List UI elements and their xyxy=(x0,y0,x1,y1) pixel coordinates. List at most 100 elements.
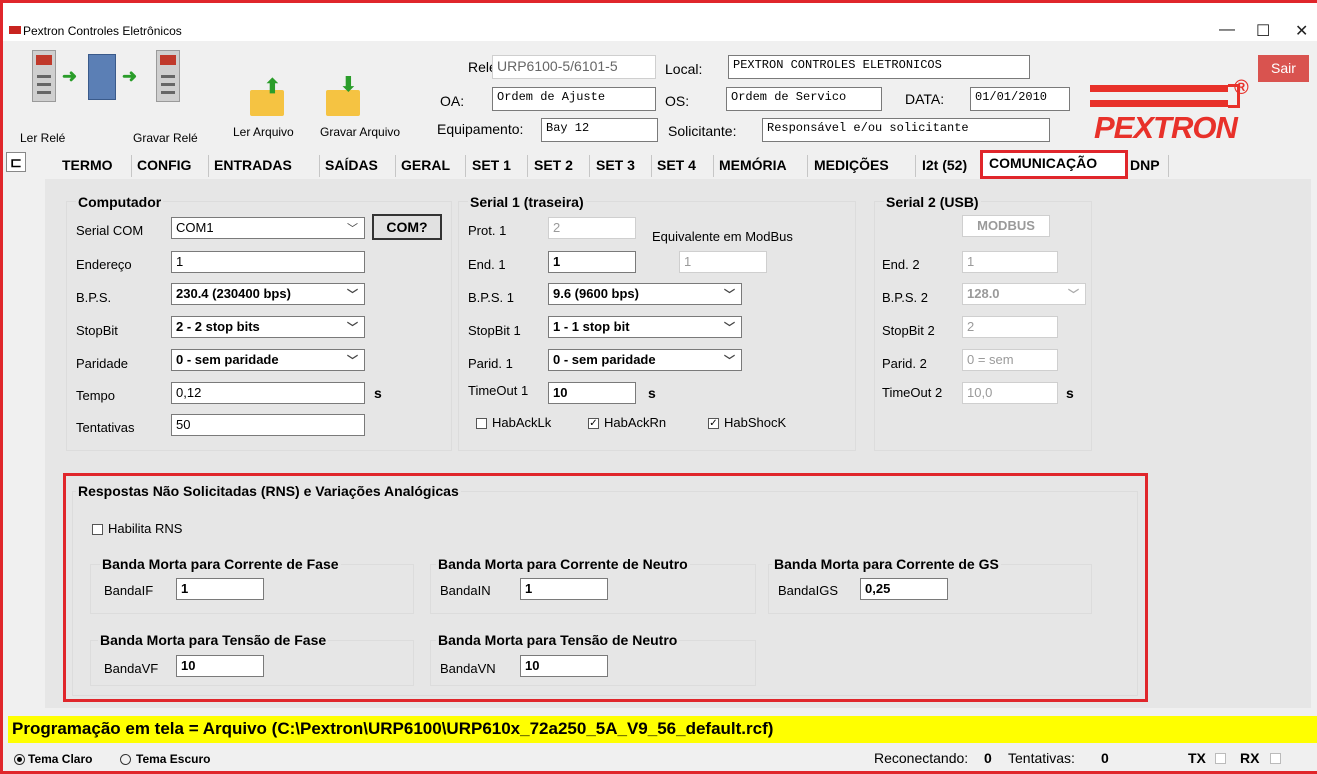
tab-set2[interactable]: SET 2 xyxy=(534,157,573,173)
modbus-equiv-field[interactable]: 1 xyxy=(679,251,767,273)
timeout2-field[interactable]: 10,0 xyxy=(962,382,1058,404)
bps2-select[interactable]: 128.0 ﹀ xyxy=(962,283,1086,305)
parid1-select[interactable]: 0 - sem paridade ﹀ xyxy=(548,349,742,371)
stopbit2-field[interactable]: 2 xyxy=(962,316,1058,338)
banda-vn-field[interactable]: 10 xyxy=(520,655,608,677)
timeout1-field[interactable]: 10 xyxy=(548,382,636,404)
equipamento-field[interactable]: Bay 12 xyxy=(541,118,658,142)
tempo-field[interactable]: 0,12 xyxy=(171,382,365,404)
parid2-label: Parid. 2 xyxy=(882,356,927,371)
banda-in-label: BandaIN xyxy=(440,583,491,598)
com-detect-button[interactable]: COM? xyxy=(372,214,442,240)
banda-igs-title: Banda Morta para Corrente de GS xyxy=(772,556,1001,572)
serial-com-value: COM1 xyxy=(176,220,214,235)
close-button[interactable]: ✕ xyxy=(1295,21,1308,41)
serial-com-label: Serial COM xyxy=(76,223,144,238)
end1-field[interactable]: 1 xyxy=(548,251,636,273)
tab-geral[interactable]: GERAL xyxy=(401,157,450,173)
parid2-field[interactable]: 0 = sem xyxy=(962,349,1058,371)
chevron-down-icon: ﹀ xyxy=(1068,289,1079,301)
arrow-right-icon: ➜ xyxy=(62,66,78,86)
tab-comunicacao[interactable]: COMUNICAÇÃO xyxy=(989,155,1097,171)
computer-icon[interactable] xyxy=(88,54,116,100)
rele-field[interactable]: URP6100-5/6101-5 xyxy=(492,55,656,79)
minimize-button[interactable]: — xyxy=(1219,21,1235,39)
hab-shock-checkbox[interactable]: ✓ xyxy=(708,418,719,429)
logo-bar-bottom xyxy=(1090,100,1228,107)
tab-config[interactable]: CONFIG xyxy=(137,157,191,173)
tab-i2t[interactable]: I2t (52) xyxy=(922,157,967,173)
hab-ackrn-label: HabAckRn xyxy=(604,415,667,430)
tab-dnp[interactable]: DNP xyxy=(1130,157,1160,173)
paridade-select[interactable]: 0 - sem paridade ﹀ xyxy=(171,349,365,371)
hab-ackrn-checkbox[interactable]: ✓ xyxy=(588,418,599,429)
habilita-rns-checkbox[interactable] xyxy=(92,524,103,535)
stopbit-value: 2 - 2 stop bits xyxy=(176,319,260,334)
read-relay-button[interactable]: Ler Relé xyxy=(20,131,65,145)
banda-in-field[interactable]: 1 xyxy=(520,578,608,600)
os-label: OS: xyxy=(665,93,690,109)
tab-medicoes[interactable]: MEDIÇÕES xyxy=(814,157,889,173)
serial-com-select[interactable]: COM1 ﹀ xyxy=(171,217,365,239)
data-label: DATA: xyxy=(905,91,945,107)
solicitante-field[interactable]: Responsável e/ou solicitante xyxy=(762,118,1050,142)
tab-set3[interactable]: SET 3 xyxy=(596,157,635,173)
computador-title: Computador xyxy=(76,194,164,210)
bps1-select[interactable]: 9.6 (9600 bps) ﹀ xyxy=(548,283,742,305)
tema-claro-radio[interactable] xyxy=(14,754,25,765)
end1-label: End. 1 xyxy=(468,257,506,272)
tab-set1[interactable]: SET 1 xyxy=(472,157,511,173)
bps2-label: B.P.S. 2 xyxy=(882,290,929,305)
stopbit1-value: 1 - 1 stop bit xyxy=(553,319,630,334)
bps-select[interactable]: 230.4 (230400 bps) ﹀ xyxy=(171,283,365,305)
hab-acklk-checkbox[interactable] xyxy=(476,418,487,429)
tab-memoria[interactable]: MEMÓRIA xyxy=(719,157,787,173)
tab-entradas[interactable]: ENTRADAS xyxy=(214,157,292,173)
relay-device-icon[interactable] xyxy=(32,50,56,102)
tempo-unit: s xyxy=(374,385,382,401)
arrow-up-icon: ⬆ xyxy=(264,76,281,98)
pextron-logo: PEXTRON xyxy=(1094,110,1238,145)
read-file-button[interactable]: Ler Arquivo xyxy=(233,125,294,139)
maximize-button[interactable]: ☐ xyxy=(1256,21,1270,41)
tab-saidas[interactable]: SAÍDAS xyxy=(325,157,378,173)
modbus-field[interactable]: MODBUS xyxy=(962,215,1050,237)
oa-field[interactable]: Ordem de Ajuste xyxy=(492,87,656,111)
bps1-value: 9.6 (9600 bps) xyxy=(553,286,639,301)
banda-if-title: Banda Morta para Corrente de Fase xyxy=(100,556,341,572)
endereco-label: Endereço xyxy=(76,257,132,272)
app-logo-icon xyxy=(9,26,21,34)
tab-termo[interactable]: TERMO xyxy=(62,157,113,173)
bps-value: 230.4 (230400 bps) xyxy=(176,286,291,301)
tentativas-field[interactable]: 50 xyxy=(171,414,365,436)
arrow-down-icon: ⬇ xyxy=(340,74,357,96)
bps2-value: 128.0 xyxy=(967,286,1000,301)
banda-if-field[interactable]: 1 xyxy=(176,578,264,600)
end2-label: End. 2 xyxy=(882,257,920,272)
paridade-value: 0 - sem paridade xyxy=(176,352,279,367)
exit-button[interactable]: Sair xyxy=(1258,55,1309,82)
banda-igs-field[interactable]: 0,25 xyxy=(860,578,948,600)
banda-in-title: Banda Morta para Corrente de Neutro xyxy=(436,556,690,572)
relay-device-icon[interactable] xyxy=(156,50,180,102)
os-field[interactable]: Ordem de Servico xyxy=(726,87,882,111)
write-relay-button[interactable]: Gravar Relé xyxy=(133,131,198,145)
stopbit1-select[interactable]: 1 - 1 stop bit ﹀ xyxy=(548,316,742,338)
local-field[interactable]: PEXTRON CONTROLES ELETRONICOS xyxy=(728,55,1030,79)
stopbit-select[interactable]: 2 - 2 stop bits ﹀ xyxy=(171,316,365,338)
endereco-field[interactable]: 1 xyxy=(171,251,365,273)
tree-toggle-icon[interactable]: ⊏ xyxy=(6,152,26,172)
tema-escuro-label: Tema Escuro xyxy=(136,752,211,766)
banda-vf-field[interactable]: 10 xyxy=(176,655,264,677)
write-file-button[interactable]: Gravar Arquivo xyxy=(320,125,400,139)
tema-escuro-radio[interactable] xyxy=(120,754,131,765)
chevron-down-icon: ﹀ xyxy=(724,355,735,367)
tab-set4[interactable]: SET 4 xyxy=(657,157,696,173)
tentativas-label: Tentativas xyxy=(76,420,135,435)
end2-field[interactable]: 1 xyxy=(962,251,1058,273)
prot1-field[interactable]: 2 xyxy=(548,217,636,239)
tx-indicator xyxy=(1215,753,1226,764)
equipamento-label: Equipamento: xyxy=(437,121,524,137)
chevron-down-icon: ﹀ xyxy=(347,223,358,235)
data-field[interactable]: 01/01/2010 xyxy=(970,87,1070,111)
